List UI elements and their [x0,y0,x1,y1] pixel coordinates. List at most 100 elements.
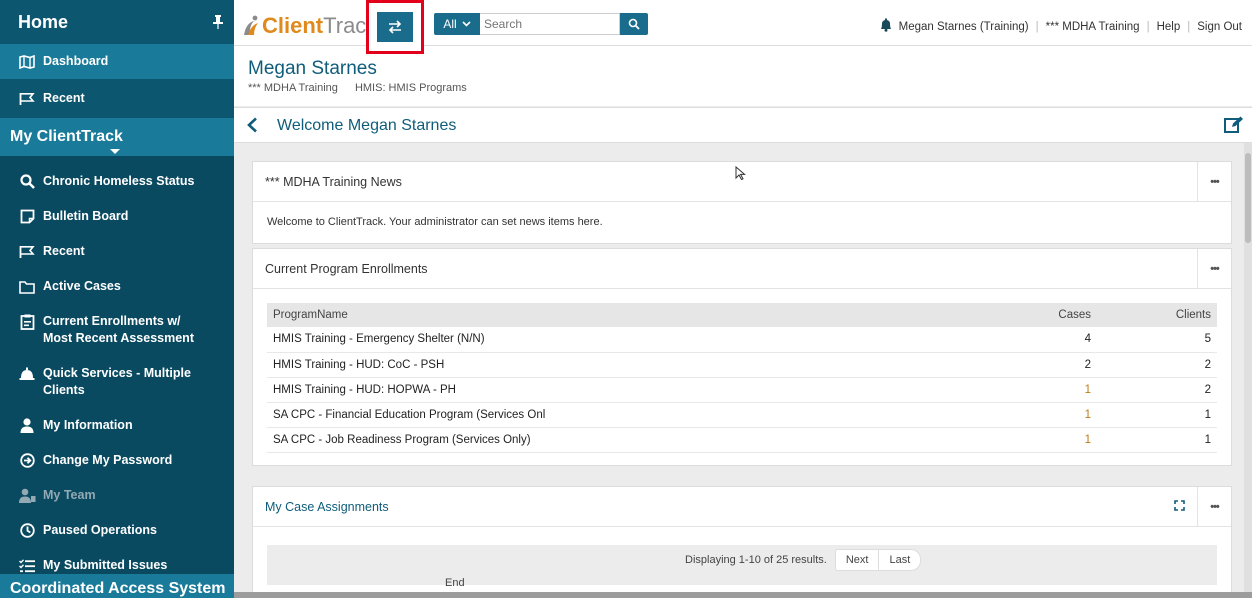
program-cell[interactable]: SA CPC - Job Readiness Program (Services… [267,427,977,453]
top-bar: ClientTrack All Megan Starnes (Training)… [234,0,1252,54]
search-scope-dropdown[interactable]: All [434,13,480,35]
pin-icon[interactable] [212,15,224,29]
sidebar-item-bulletin-board[interactable]: Bulletin Board [0,199,234,234]
sidebar-item-label: My Information [43,418,133,432]
program-cell[interactable]: SA CPC - Financial Education Program (Se… [267,402,977,428]
horizontal-scrollbar[interactable] [234,592,1252,598]
column-header-end: End [445,577,465,589]
help-link[interactable]: Help [1157,21,1181,33]
search-scope-label: All [443,17,457,31]
last-page-button[interactable]: Last [879,549,922,571]
scrollbar-thumb[interactable] [1245,153,1251,243]
mouse-cursor-icon [735,165,746,183]
search-icon [18,173,36,190]
search-bar: All [434,13,648,35]
sidebar-item-recent-top[interactable]: Recent [0,79,234,118]
folder-icon [18,278,36,295]
next-page-button[interactable]: Next [834,549,880,571]
pager-status: Displaying 1-10 of 25 results. [685,554,827,566]
top-right-links: Megan Starnes (Training) | *** MDHA Trai… [879,18,1242,35]
sidebar-item-label: Chronic Homeless Status [43,174,195,188]
column-header-clients[interactable]: Clients [1097,303,1217,327]
table-row[interactable]: SA CPC - Financial Education Program (Se… [267,402,1217,428]
sidebar-item-dashboard[interactable]: Dashboard [0,44,234,79]
label-line-2: Most Recent Assessment [43,331,194,345]
logo-mark-icon [242,15,260,37]
clienttrack-logo[interactable]: Client Track [242,13,377,39]
flag-icon [18,243,36,260]
sidebar-item-chronic-homeless-status[interactable]: Chronic Homeless Status [0,164,234,199]
checklist-icon [18,557,36,574]
panel-title[interactable]: My Case Assignments [265,500,389,514]
vertical-scrollbar[interactable] [1244,143,1252,598]
panel-header: My Case Assignments ••• [253,487,1231,527]
sidebar-item-change-password[interactable]: Change My Password [0,443,234,478]
more-options-button[interactable]: ••• [1197,162,1231,202]
sidebar-item-label: Change My Password [43,453,173,467]
org-link[interactable]: *** MDHA Training [1046,21,1140,33]
program-cell[interactable]: HMIS Training - HUD: HOPWA - PH [267,377,977,403]
sidebar-item-recent[interactable]: Recent [0,234,234,269]
user-link[interactable]: Megan Starnes (Training) [899,21,1029,33]
logo-text-client: Client [262,13,324,38]
caret-down-icon [110,149,120,154]
sign-out-link[interactable]: Sign Out [1197,21,1242,33]
search-icon [628,18,640,30]
search-button[interactable] [620,13,648,35]
section-title: Coordinated Access System [10,580,226,597]
expand-icon[interactable] [1174,500,1185,514]
note-icon [18,208,36,225]
sidebar-item-label: Recent [43,91,85,105]
divider: | [1187,20,1191,33]
user-name-title: Megan Starnes [248,58,377,79]
sidebar-item-current-enrollments[interactable]: Current Enrollments w/Most Recent Assess… [0,304,234,356]
sidebar-item-label: Quick Services - Multiple Clients [43,365,191,399]
pager: Displaying 1-10 of 25 results. Next Last [685,549,922,571]
search-input[interactable] [480,13,620,35]
user-context: *** MDHA Training HMIS: HMIS Programs [248,82,481,94]
program-cell[interactable]: HMIS Training - HUD: CoC - PSH [267,352,977,378]
back-chevron-icon[interactable] [246,117,258,136]
sidebar-item-label: Current Enrollments w/Most Recent Assess… [43,313,194,347]
switch-arrows-icon [377,12,413,48]
clients-cell: 2 [1097,377,1217,403]
more-options-button[interactable]: ••• [1197,487,1231,527]
label-line-1: Current Enrollments w/ [43,314,181,328]
panel-header: Current Program Enrollments ••• [253,249,1231,289]
sidebar-section-my-clienttrack[interactable]: My ClientTrack [0,118,234,156]
service-bell-icon [18,365,36,382]
welcome-bar: Welcome Megan Starnes [234,107,1252,143]
map-icon [18,53,36,70]
column-header-cases[interactable]: Cases [977,303,1097,327]
clients-cell: 5 [1097,327,1217,353]
more-options-button[interactable]: ••• [1197,249,1231,289]
welcome-title: Welcome Megan Starnes [277,117,457,134]
sidebar: Home Dashboard Recent My ClientTrack Chr… [0,0,234,598]
table-row[interactable]: HMIS Training - HUD: CoC - PSH 2 2 [267,352,1217,378]
enrollments-panel: Current Program Enrollments ••• ProgramN… [252,248,1232,466]
divider: | [1035,20,1039,33]
sidebar-item-my-team[interactable]: My Team [0,478,234,513]
chevron-down-icon [462,21,471,27]
cases-cell: 1 [977,402,1097,428]
bell-icon[interactable] [879,18,893,35]
sidebar-item-my-information[interactable]: My Information [0,408,234,443]
sidebar-item-quick-services[interactable]: Quick Services - Multiple Clients [0,356,234,408]
clipboard-icon [18,313,36,330]
pager-area: Displaying 1-10 of 25 results. Next Last… [267,545,1217,589]
sidebar-item-active-cases[interactable]: Active Cases [0,269,234,304]
table-row[interactable]: SA CPC - Job Readiness Program (Services… [267,427,1217,453]
table-row[interactable]: HMIS Training - Emergency Shelter (N/N) … [267,327,1217,353]
sidebar-home-header[interactable]: Home [0,0,234,44]
sidebar-item-label: Dashboard [43,54,109,68]
switch-context-button[interactable] [366,0,424,54]
program-cell[interactable]: HMIS Training - Emergency Shelter (N/N) [267,327,977,353]
table-row[interactable]: HMIS Training - HUD: HOPWA - PH 1 2 [267,377,1217,403]
sidebar-section-coordinated-access[interactable]: Coordinated Access System [0,574,234,598]
sidebar-item-label: My Team [43,488,96,502]
table-header-row: ProgramName Cases Clients [267,303,1217,327]
edit-icon[interactable] [1224,116,1244,137]
sidebar-item-paused-operations[interactable]: Paused Operations [0,513,234,548]
cases-cell: 1 [977,427,1097,453]
column-header-programname[interactable]: ProgramName [267,303,977,327]
